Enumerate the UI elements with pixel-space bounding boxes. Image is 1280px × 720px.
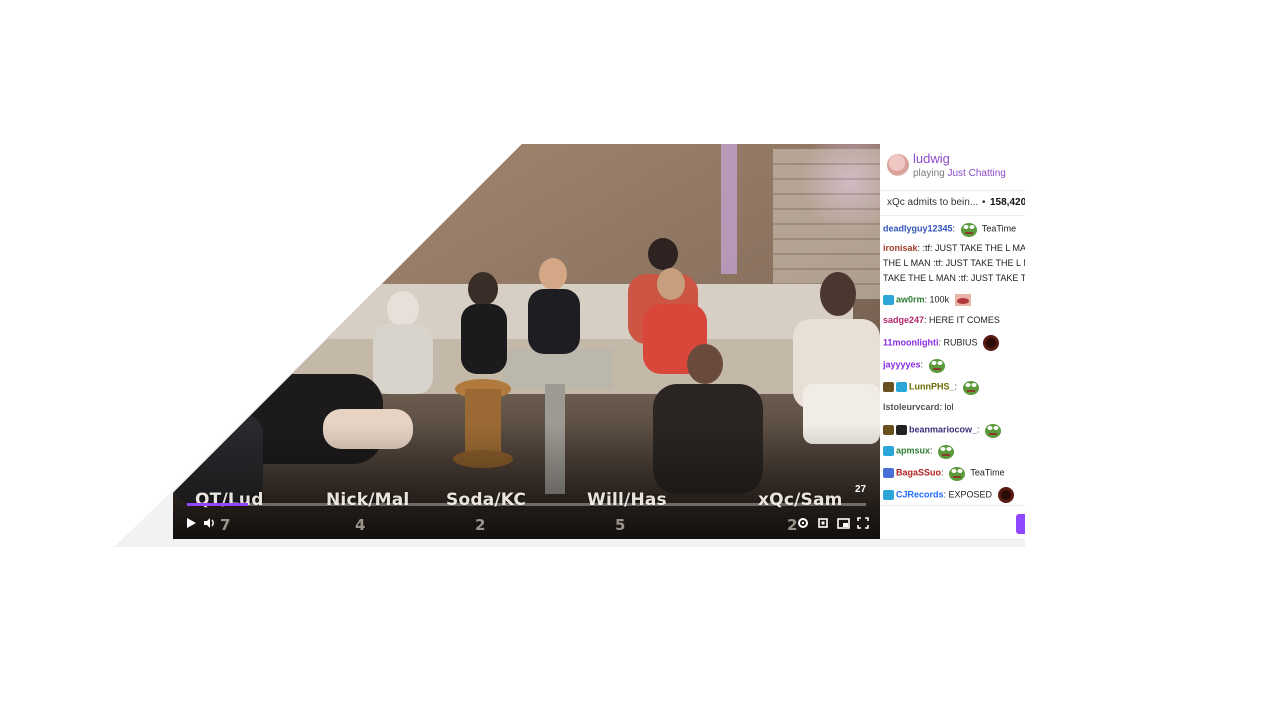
- channel-category: playing Just Chatting: [913, 168, 1006, 179]
- viewer-count-badge: 27: [855, 484, 867, 495]
- chat-message: jayyyyes:: [883, 356, 948, 374]
- pepe-emote-icon: [938, 445, 955, 459]
- face-emote-icon: [983, 335, 1000, 351]
- chat-username[interactable]: 11moonlighti: [883, 337, 939, 347]
- chat-username[interactable]: aw0rm: [896, 294, 925, 304]
- team-label: QT/Lud: [195, 490, 264, 510]
- chat-message: LunnPHS_:: [883, 378, 982, 396]
- chat-message: apmsux:: [883, 442, 957, 460]
- chat-text: 100k: [929, 294, 950, 305]
- chat-username[interactable]: LunnPHS_: [909, 381, 955, 391]
- face-emote-icon: [997, 487, 1014, 503]
- chat-username[interactable]: BagaSSuo: [896, 467, 941, 477]
- chat-input-area[interactable]: [880, 505, 1025, 539]
- stream-title-bar: xQc admits to bein... • 158,420: [880, 190, 1025, 216]
- lips-emote-icon: [954, 294, 971, 306]
- chat-username[interactable]: jayyyyes: [883, 359, 921, 369]
- prime-badge-icon: [883, 295, 894, 305]
- chat-username[interactable]: ironisak: [883, 243, 918, 253]
- chat-message-continued: THE L MAN :tf: JUST TAKE THE L M: [883, 256, 1025, 271]
- play-icon[interactable]: [183, 515, 199, 531]
- chat-message: ironisak: :tf: JUST TAKE THE L MA: [883, 243, 1025, 253]
- team-label: Soda/KC: [446, 490, 527, 510]
- chat-message: sadge247: HERE IT COMES: [883, 315, 1000, 325]
- prime-badge-icon: [896, 382, 907, 392]
- chat-message: lstoleurvcard: lol: [883, 402, 954, 412]
- view-count: 158,420: [990, 197, 1025, 208]
- chat-message: CJRecords: EXPOSED: [883, 486, 1017, 504]
- avatar[interactable]: [887, 154, 909, 176]
- seek-bar[interactable]: [187, 503, 866, 506]
- prime-badge-icon: [883, 446, 894, 456]
- team-score: 4: [355, 516, 366, 534]
- chat-send-button[interactable]: [1016, 514, 1025, 534]
- team-label: Will/Has: [587, 490, 667, 510]
- channel-header: ludwig playing Just Chatting: [885, 151, 1025, 185]
- pepe-emote-icon: [960, 223, 977, 237]
- chat-text: lol: [944, 402, 954, 412]
- team-label: Nick/Mal: [326, 490, 410, 510]
- team-score: 2: [475, 516, 486, 534]
- stream-title[interactable]: xQc admits to bein...: [887, 197, 978, 208]
- subscriber-badge-icon: [883, 382, 894, 392]
- chat-text: TeaTime: [970, 467, 1005, 478]
- chat-panel: ludwig playing Just Chatting xQc admits …: [880, 144, 1025, 540]
- chat-username[interactable]: beanmariocow_: [909, 424, 977, 434]
- clip-icon[interactable]: [815, 515, 831, 531]
- seek-bar-fill: [187, 503, 249, 506]
- subscriber-badge-icon: [883, 468, 894, 478]
- theatre-icon[interactable]: [835, 515, 851, 531]
- playing-label: playing: [913, 168, 945, 179]
- team-label: xQc/Sam: [758, 490, 843, 510]
- volume-icon[interactable]: [202, 515, 218, 531]
- chat-text: HERE IT COMES: [929, 315, 1000, 325]
- pepe-emote-icon: [985, 424, 1002, 438]
- chat-message: deadlyguy12345: TeaTime: [883, 220, 1016, 238]
- chat-text: THE L MAN :tf: JUST TAKE THE L M: [883, 258, 1025, 268]
- chat-text: TeaTime: [981, 223, 1017, 234]
- pepe-emote-icon: [949, 467, 966, 481]
- subscriber-badge-icon: [883, 425, 894, 435]
- pepe-emote-icon: [928, 359, 945, 373]
- chat-message: BagaSSuo: TeaTime: [883, 464, 1005, 482]
- chat-text: :tf: JUST TAKE THE L MA: [922, 243, 1025, 253]
- chat-message: beanmariocow_:: [883, 421, 1004, 439]
- channel-name-link[interactable]: ludwig: [913, 151, 950, 166]
- chat-message: aw0rm: 100k: [883, 291, 974, 309]
- prime-badge-icon: [883, 490, 894, 500]
- pepe-emote-icon: [962, 381, 979, 395]
- game-link[interactable]: Just Chatting: [947, 168, 1005, 179]
- separator-dot: •: [982, 197, 986, 208]
- chat-username[interactable]: CJRecords: [896, 489, 944, 499]
- chat-message-continued: TAKE THE L MAN :tf: JUST TAKE T: [883, 271, 1025, 286]
- settings-icon[interactable]: [795, 515, 811, 531]
- chat-message: 11moonlighti: RUBIUS: [883, 334, 1002, 352]
- stage: QT/Lud Nick/Mal Soda/KC Will/Has xQc/Sam…: [0, 0, 1280, 720]
- gift-badge-icon: [896, 425, 907, 435]
- chat-username[interactable]: apmsux: [896, 445, 930, 455]
- fullscreen-icon[interactable]: [855, 515, 871, 531]
- chat-text: RUBIUS: [943, 337, 978, 348]
- team-score: 5: [615, 516, 626, 534]
- chat-text: EXPOSED: [948, 489, 993, 500]
- chat-username[interactable]: sadge247: [883, 315, 924, 325]
- team-score: 7: [220, 516, 231, 534]
- chat-username[interactable]: lstoleurvcard: [883, 402, 940, 412]
- chat-text: TAKE THE L MAN :tf: JUST TAKE T: [883, 273, 1025, 283]
- chat-username[interactable]: deadlyguy12345: [883, 223, 953, 233]
